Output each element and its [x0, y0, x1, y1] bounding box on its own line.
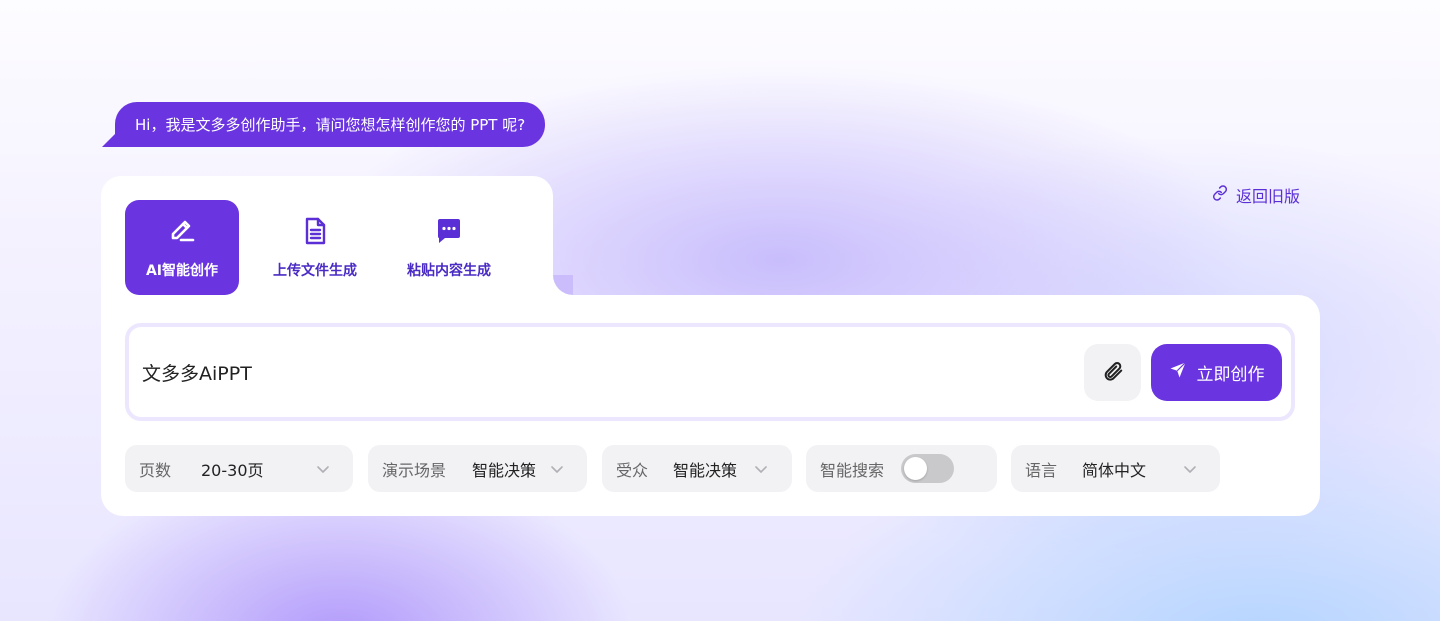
greeting-text: Hi，我是文多多创作助手，请问您想怎样创作您的 PPT 呢? [135, 116, 526, 134]
audience-select[interactable]: 受众 智能决策 [602, 445, 792, 492]
tab-upload-file[interactable]: 上传文件生成 [258, 200, 372, 295]
smart-search-label: 智能搜索 [820, 460, 885, 480]
tab-ai-create-label: AI智能创作 [145, 262, 219, 279]
return-old-version-link[interactable]: 返回旧版 [1212, 184, 1300, 206]
tabs-panel-corner [553, 275, 573, 295]
scene-label: 演示场景 [382, 460, 447, 480]
chat-bubble-icon [434, 216, 464, 250]
scene-value: 智能决策 [472, 460, 537, 480]
audience-value: 智能决策 [673, 460, 738, 480]
return-link-label: 返回旧版 [1236, 187, 1301, 206]
chevron-down-icon [315, 461, 331, 477]
paperclip-icon [1102, 360, 1124, 386]
create-now-button[interactable]: 立即创作 [1151, 344, 1282, 401]
chevron-down-icon [753, 461, 769, 477]
topic-input-value[interactable]: 文多多AiPPT [142, 358, 252, 386]
create-now-label: 立即创作 [1196, 365, 1265, 385]
page: Hi，我是文多多创作助手，请问您想怎样创作您的 PPT 呢? 返回旧版 AI智能… [0, 0, 1440, 621]
toggle-knob [904, 457, 927, 480]
language-select[interactable]: 语言 简体中文 [1011, 445, 1220, 492]
smart-search-toggle[interactable] [901, 454, 954, 483]
document-icon [300, 216, 330, 250]
scene-select[interactable]: 演示场景 智能决策 [368, 445, 587, 492]
tab-upload-file-label: 上传文件生成 [273, 262, 357, 279]
link-icon [1212, 185, 1228, 205]
language-value: 简体中文 [1082, 460, 1147, 480]
tab-paste-content[interactable]: 粘贴内容生成 [392, 200, 506, 295]
chevron-down-icon [549, 461, 565, 477]
language-label: 语言 [1025, 460, 1058, 480]
pages-label: 页数 [139, 460, 172, 480]
pages-select[interactable]: 页数 20-30页 [125, 445, 353, 492]
audience-label: 受众 [616, 460, 649, 480]
pen-icon [167, 216, 197, 250]
greeting-bubble: Hi，我是文多多创作助手，请问您想怎样创作您的 PPT 呢? [115, 102, 546, 147]
chevron-down-icon [1182, 461, 1198, 477]
tab-ai-create[interactable]: AI智能创作 [125, 200, 239, 295]
attach-file-button[interactable] [1084, 344, 1141, 401]
tab-paste-content-label: 粘贴内容生成 [407, 262, 491, 279]
send-icon [1169, 361, 1187, 384]
pages-value: 20-30页 [201, 460, 264, 480]
